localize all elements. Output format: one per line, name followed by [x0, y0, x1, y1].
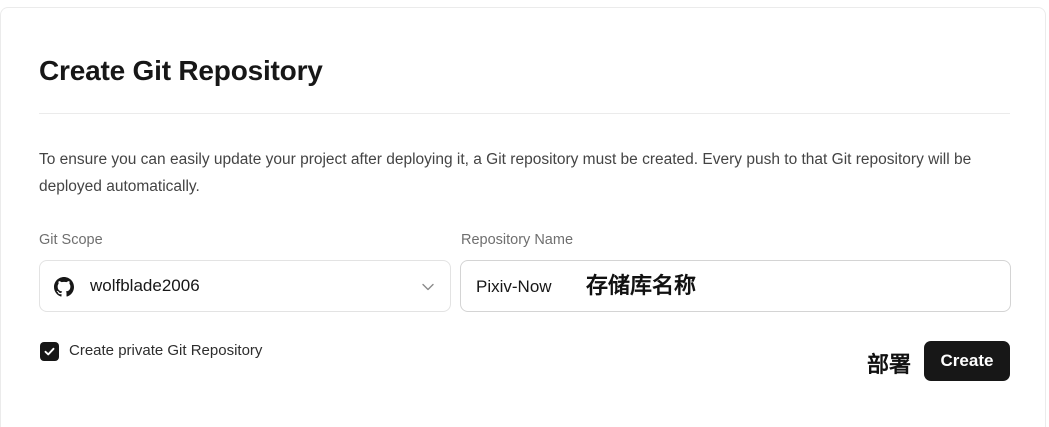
repository-name-input[interactable]: Pixiv-Now	[460, 260, 1011, 312]
git-scope-select[interactable]: wolfblade2006	[39, 260, 451, 312]
repo-name-annotation: 存储库名称	[586, 273, 697, 299]
repository-name-value[interactable]: Pixiv-Now	[476, 277, 552, 297]
chevron-down-icon	[422, 283, 434, 291]
private-repo-label[interactable]: Create private Git Repository	[69, 342, 262, 359]
repository-name-label: Repository Name	[461, 232, 574, 248]
git-scope-label: Git Scope	[39, 232, 103, 248]
description-text: To ensure you can easily update your pro…	[39, 151, 972, 195]
github-icon	[54, 277, 74, 297]
git-scope-value: wolfblade2006	[90, 276, 200, 295]
checkmark-icon	[44, 347, 55, 356]
page-title: Create Git Repository	[39, 55, 323, 86]
divider	[39, 113, 1010, 114]
create-button[interactable]: Create	[924, 341, 1010, 381]
deploy-annotation: 部署	[867, 352, 912, 378]
private-repo-checkbox[interactable]	[40, 342, 59, 361]
